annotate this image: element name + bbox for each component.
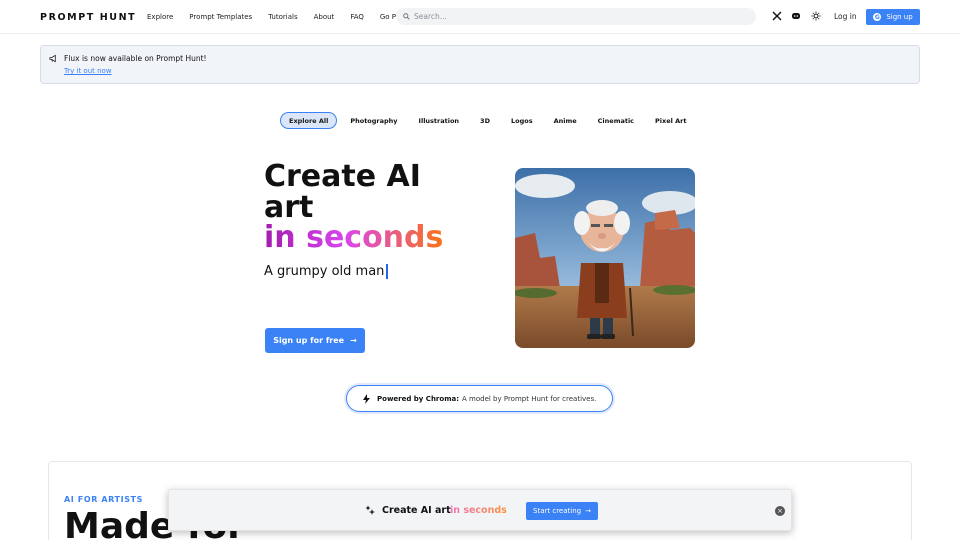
arrow-right-icon: → — [585, 507, 591, 515]
sparkles-icon — [365, 505, 375, 515]
category-pixel-art[interactable]: Pixel Art — [647, 112, 694, 129]
site-logo[interactable]: PROMPT HUNT — [40, 12, 136, 23]
sticky-title-gradient: in seconds — [450, 505, 507, 516]
category-photography[interactable]: Photography — [342, 112, 405, 129]
category-3d[interactable]: 3D — [472, 112, 498, 129]
signup-free-button[interactable]: Sign up for free → — [265, 328, 365, 353]
nav-explore[interactable]: Explore — [147, 13, 173, 21]
category-filter: Explore All Photography Illustration 3D … — [280, 112, 699, 129]
powered-by-pill[interactable]: Powered by Chroma: A model by Prompt Hun… — [346, 385, 613, 412]
main-nav: Explore Prompt Templates Tutorials About… — [147, 13, 419, 21]
google-icon: G — [873, 13, 882, 21]
hero-title-line1: Create AI — [264, 159, 421, 194]
nav-about[interactable]: About — [314, 13, 335, 21]
start-creating-label: Start creating — [533, 507, 582, 515]
start-creating-button[interactable]: Start creating → — [526, 502, 598, 520]
hero-title-gradient: in seconds — [264, 220, 444, 255]
hero-title: Create AI art — [264, 161, 494, 223]
megaphone-icon — [49, 54, 56, 63]
signup-label: Sign up — [886, 13, 913, 21]
signup-button[interactable]: G Sign up — [866, 9, 920, 25]
signup-free-label: Sign up for free — [273, 336, 345, 345]
category-illustration[interactable]: Illustration — [411, 112, 468, 129]
powered-label: Powered by Chroma: — [377, 394, 460, 403]
category-cinematic[interactable]: Cinematic — [590, 112, 642, 129]
hero-title-line2: art — [264, 190, 314, 225]
banner-message: Flux is now available on Prompt Hunt! — [64, 54, 207, 63]
nav-prompt-templates[interactable]: Prompt Templates — [189, 13, 252, 21]
category-explore-all[interactable]: Explore All — [280, 112, 338, 129]
discord-icon[interactable] — [791, 11, 801, 21]
login-link[interactable]: Log in — [834, 12, 857, 21]
category-anime[interactable]: Anime — [546, 112, 585, 129]
typed-prompt: A grumpy old man — [264, 264, 389, 279]
close-icon[interactable]: × — [775, 506, 785, 516]
search-bar[interactable] — [396, 8, 756, 25]
sticky-title: Create AI art — [382, 505, 451, 516]
lightning-icon — [363, 393, 370, 404]
powered-text: A model by Prompt Hunt for creatives. — [462, 394, 597, 403]
announcement-banner: Flux is now available on Prompt Hunt! Tr… — [40, 45, 920, 84]
nav-faq[interactable]: FAQ — [350, 13, 364, 21]
top-nav-bar: PROMPT HUNT Explore Prompt Templates Tut… — [0, 0, 960, 34]
nav-tutorials[interactable]: Tutorials — [268, 13, 297, 21]
section-eyebrow: AI FOR ARTISTS — [64, 495, 143, 504]
banner-link[interactable]: Try it out now — [64, 67, 112, 75]
hero-generated-image — [515, 168, 695, 348]
search-icon — [403, 13, 410, 20]
text-cursor — [386, 264, 389, 279]
arrow-right-icon: → — [350, 336, 357, 345]
search-input[interactable] — [414, 12, 734, 21]
sticky-cta-bar: Create AI art in seconds Start creating … — [168, 489, 792, 531]
typed-prompt-text: A grumpy old man — [264, 264, 385, 279]
theme-toggle-icon[interactable] — [811, 11, 821, 21]
category-logos[interactable]: Logos — [503, 112, 541, 129]
x-icon[interactable] — [772, 11, 782, 21]
